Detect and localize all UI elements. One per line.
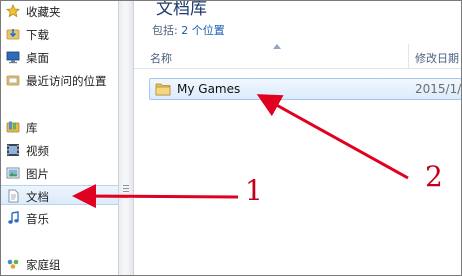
libraries-icon <box>6 121 20 133</box>
annotation-label-1: 1 <box>245 174 263 207</box>
includes-locations-link[interactable]: 2 个位置 <box>181 24 225 37</box>
nav-item-favorites[interactable]: 收藏夹 <box>0 1 118 21</box>
nav-item-label: 图片 <box>26 167 49 181</box>
file-name: My Games <box>177 82 241 96</box>
library-includes: 包括: 2 个位置 <box>152 22 225 38</box>
pane-splitter[interactable] <box>118 0 134 276</box>
nav-item-label: 库 <box>26 121 38 135</box>
splitter-grip[interactable] <box>123 185 129 193</box>
content-pane: 文档库 包括: 2 个位置 名称 修改日期 My Games 2015/1/ <box>134 0 462 276</box>
nav-item-downloads[interactable]: 下载 <box>0 24 118 44</box>
nav-item-label: 文档 <box>26 190 49 204</box>
nav-item-label: 最近访问的位置 <box>26 74 107 88</box>
annotation-label-2: 2 <box>425 160 443 193</box>
pictures-library-icon <box>6 167 20 179</box>
recent-places-icon <box>6 75 20 86</box>
nav-item-music[interactable]: 音乐 <box>0 208 118 228</box>
documents-library-icon <box>8 189 19 203</box>
nav-item-label: 收藏夹 <box>26 5 61 19</box>
download-folder-icon <box>6 29 20 40</box>
column-header-name[interactable]: 名称 <box>150 50 172 66</box>
library-title: 文档库 <box>156 0 207 19</box>
nav-item-libraries[interactable]: 库 <box>0 117 118 137</box>
star-icon <box>6 4 20 18</box>
nav-item-desktop[interactable]: 桌面 <box>0 47 118 67</box>
nav-item-label: 音乐 <box>26 212 49 226</box>
desktop-icon <box>6 51 20 64</box>
nav-item-label: 桌面 <box>26 51 49 65</box>
includes-label: 包括: <box>152 24 178 37</box>
folder-icon <box>155 83 171 96</box>
nav-item-homegroup[interactable]: 家庭组 <box>0 254 118 274</box>
sort-ascending-icon <box>273 44 281 49</box>
nav-item-videos[interactable]: 视频 <box>0 140 118 160</box>
file-date-modified: 2015/1/ <box>415 82 462 96</box>
nav-item-label: 家庭组 <box>26 258 61 272</box>
music-library-icon <box>8 211 19 224</box>
nav-item-label: 下载 <box>26 28 49 42</box>
column-header-bar: 名称 修改日期 <box>134 44 462 69</box>
nav-item-label: 视频 <box>26 144 49 158</box>
nav-item-recent-places[interactable]: 最近访问的位置 <box>0 70 118 90</box>
file-row[interactable]: My Games 2015/1/ <box>149 78 462 100</box>
navigation-pane: 收藏夹 下载 桌面 最近访问的位置 库 视频 图片 文档 音乐 家庭组 <box>0 0 118 276</box>
homegroup-icon <box>7 259 19 269</box>
column-divider[interactable] <box>408 44 409 68</box>
video-library-icon <box>7 144 19 156</box>
nav-item-pictures[interactable]: 图片 <box>0 163 118 183</box>
nav-item-documents[interactable]: 文档 <box>0 185 118 205</box>
column-header-date-modified[interactable]: 修改日期 <box>415 50 459 66</box>
